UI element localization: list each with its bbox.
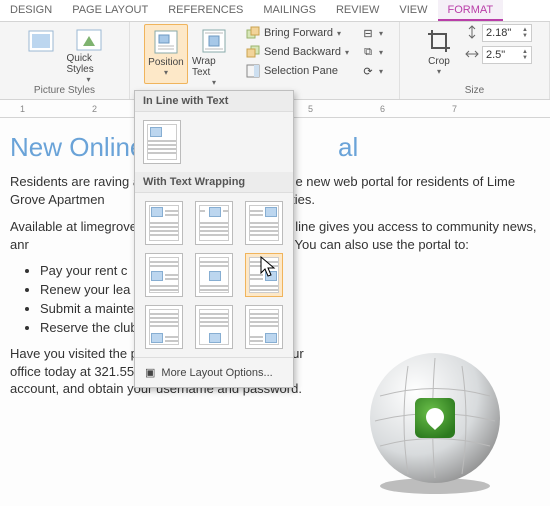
chevron-down-icon: ▾ [337,29,341,38]
tab-view[interactable]: VIEW [389,0,437,21]
position-button[interactable]: Position ▾ [144,24,188,84]
position-option-middle-center[interactable] [195,253,233,297]
height-icon [465,25,479,42]
layout-options-icon: ▣ [145,366,155,379]
tab-references[interactable]: REFERENCES [158,0,253,21]
crop-label: Crop [428,56,450,67]
position-option-top-center[interactable] [195,201,233,245]
align-icon: ⊟ [361,26,375,40]
tab-format[interactable]: FORMAT [438,0,504,21]
bring-forward-button[interactable]: Bring Forward ▾ [244,24,351,42]
quick-styles-button[interactable]: Quick Styles ▾ [67,24,111,84]
group-icon: ⧉ [361,45,375,59]
bring-forward-icon [246,26,260,40]
send-backward-icon [246,45,260,59]
position-option-middle-left[interactable] [145,253,183,297]
group-arrange: Position ▾ Wrap Text ▾ Bring Forward ▾ S… [130,22,400,99]
width-icon [465,47,479,64]
send-backward-button[interactable]: Send Backward ▾ [244,43,351,61]
inline-image-keyboard-sphere[interactable] [360,346,510,496]
tab-page-layout[interactable]: PAGE LAYOUT [62,0,158,21]
ribbon-tabs: DESIGN PAGE LAYOUT REFERENCES MAILINGS R… [0,0,550,22]
position-option-bottom-center[interactable] [195,305,233,349]
crop-button[interactable]: Crop ▾ [417,24,461,84]
group-label-picture-styles: Picture Styles [34,84,95,96]
group-label-size: Size [465,84,484,96]
rotate-button[interactable]: ⟳▾ [359,62,385,80]
chevron-down-icon: ▾ [212,78,216,87]
tab-design[interactable]: DESIGN [0,0,62,21]
width-input[interactable]: 2.5"▲▼ [482,46,532,64]
ribbon: Quick Styles ▾ Picture Styles Position ▾… [0,22,550,100]
group-picture-styles: Quick Styles ▾ Picture Styles [0,22,130,99]
position-option-bottom-left[interactable] [145,305,183,349]
group-size: Crop ▾ 2.18"▲▼ 2.5"▲▼ Size [400,22,550,99]
chevron-down-icon: ▾ [86,75,90,84]
picture-style-preset[interactable] [19,24,63,84]
tab-review[interactable]: REVIEW [326,0,389,21]
dropdown-section-inline: In Line with Text [135,91,293,112]
position-option-inline[interactable] [143,120,181,164]
group-objects-button[interactable]: ⧉▾ [359,43,385,61]
selection-pane-button[interactable]: Selection Pane [244,62,351,80]
tab-mailings[interactable]: MAILINGS [253,0,326,21]
position-option-middle-right[interactable] [245,253,283,297]
position-option-top-right[interactable] [245,201,283,245]
selection-pane-icon [246,64,260,78]
wrap-text-label: Wrap Text [192,56,236,78]
align-button[interactable]: ⊟▾ [359,24,385,42]
position-label: Position [148,57,184,68]
rotate-icon: ⟳ [361,64,375,78]
more-layout-options[interactable]: ▣ More Layout Options... [135,357,293,387]
height-input[interactable]: 2.18"▲▼ [482,24,532,42]
chevron-down-icon: ▾ [437,67,441,76]
dropdown-section-wrapping: With Text Wrapping [135,172,293,193]
position-dropdown: In Line with Text With Text Wrapping ▣ M… [134,90,294,388]
chevron-down-icon: ▾ [345,48,349,57]
position-option-top-left[interactable] [145,201,183,245]
quick-styles-label: Quick Styles [67,53,111,75]
position-option-bottom-right[interactable] [245,305,283,349]
wrap-text-button[interactable]: Wrap Text ▾ [192,24,236,84]
chevron-down-icon: ▾ [164,68,168,77]
